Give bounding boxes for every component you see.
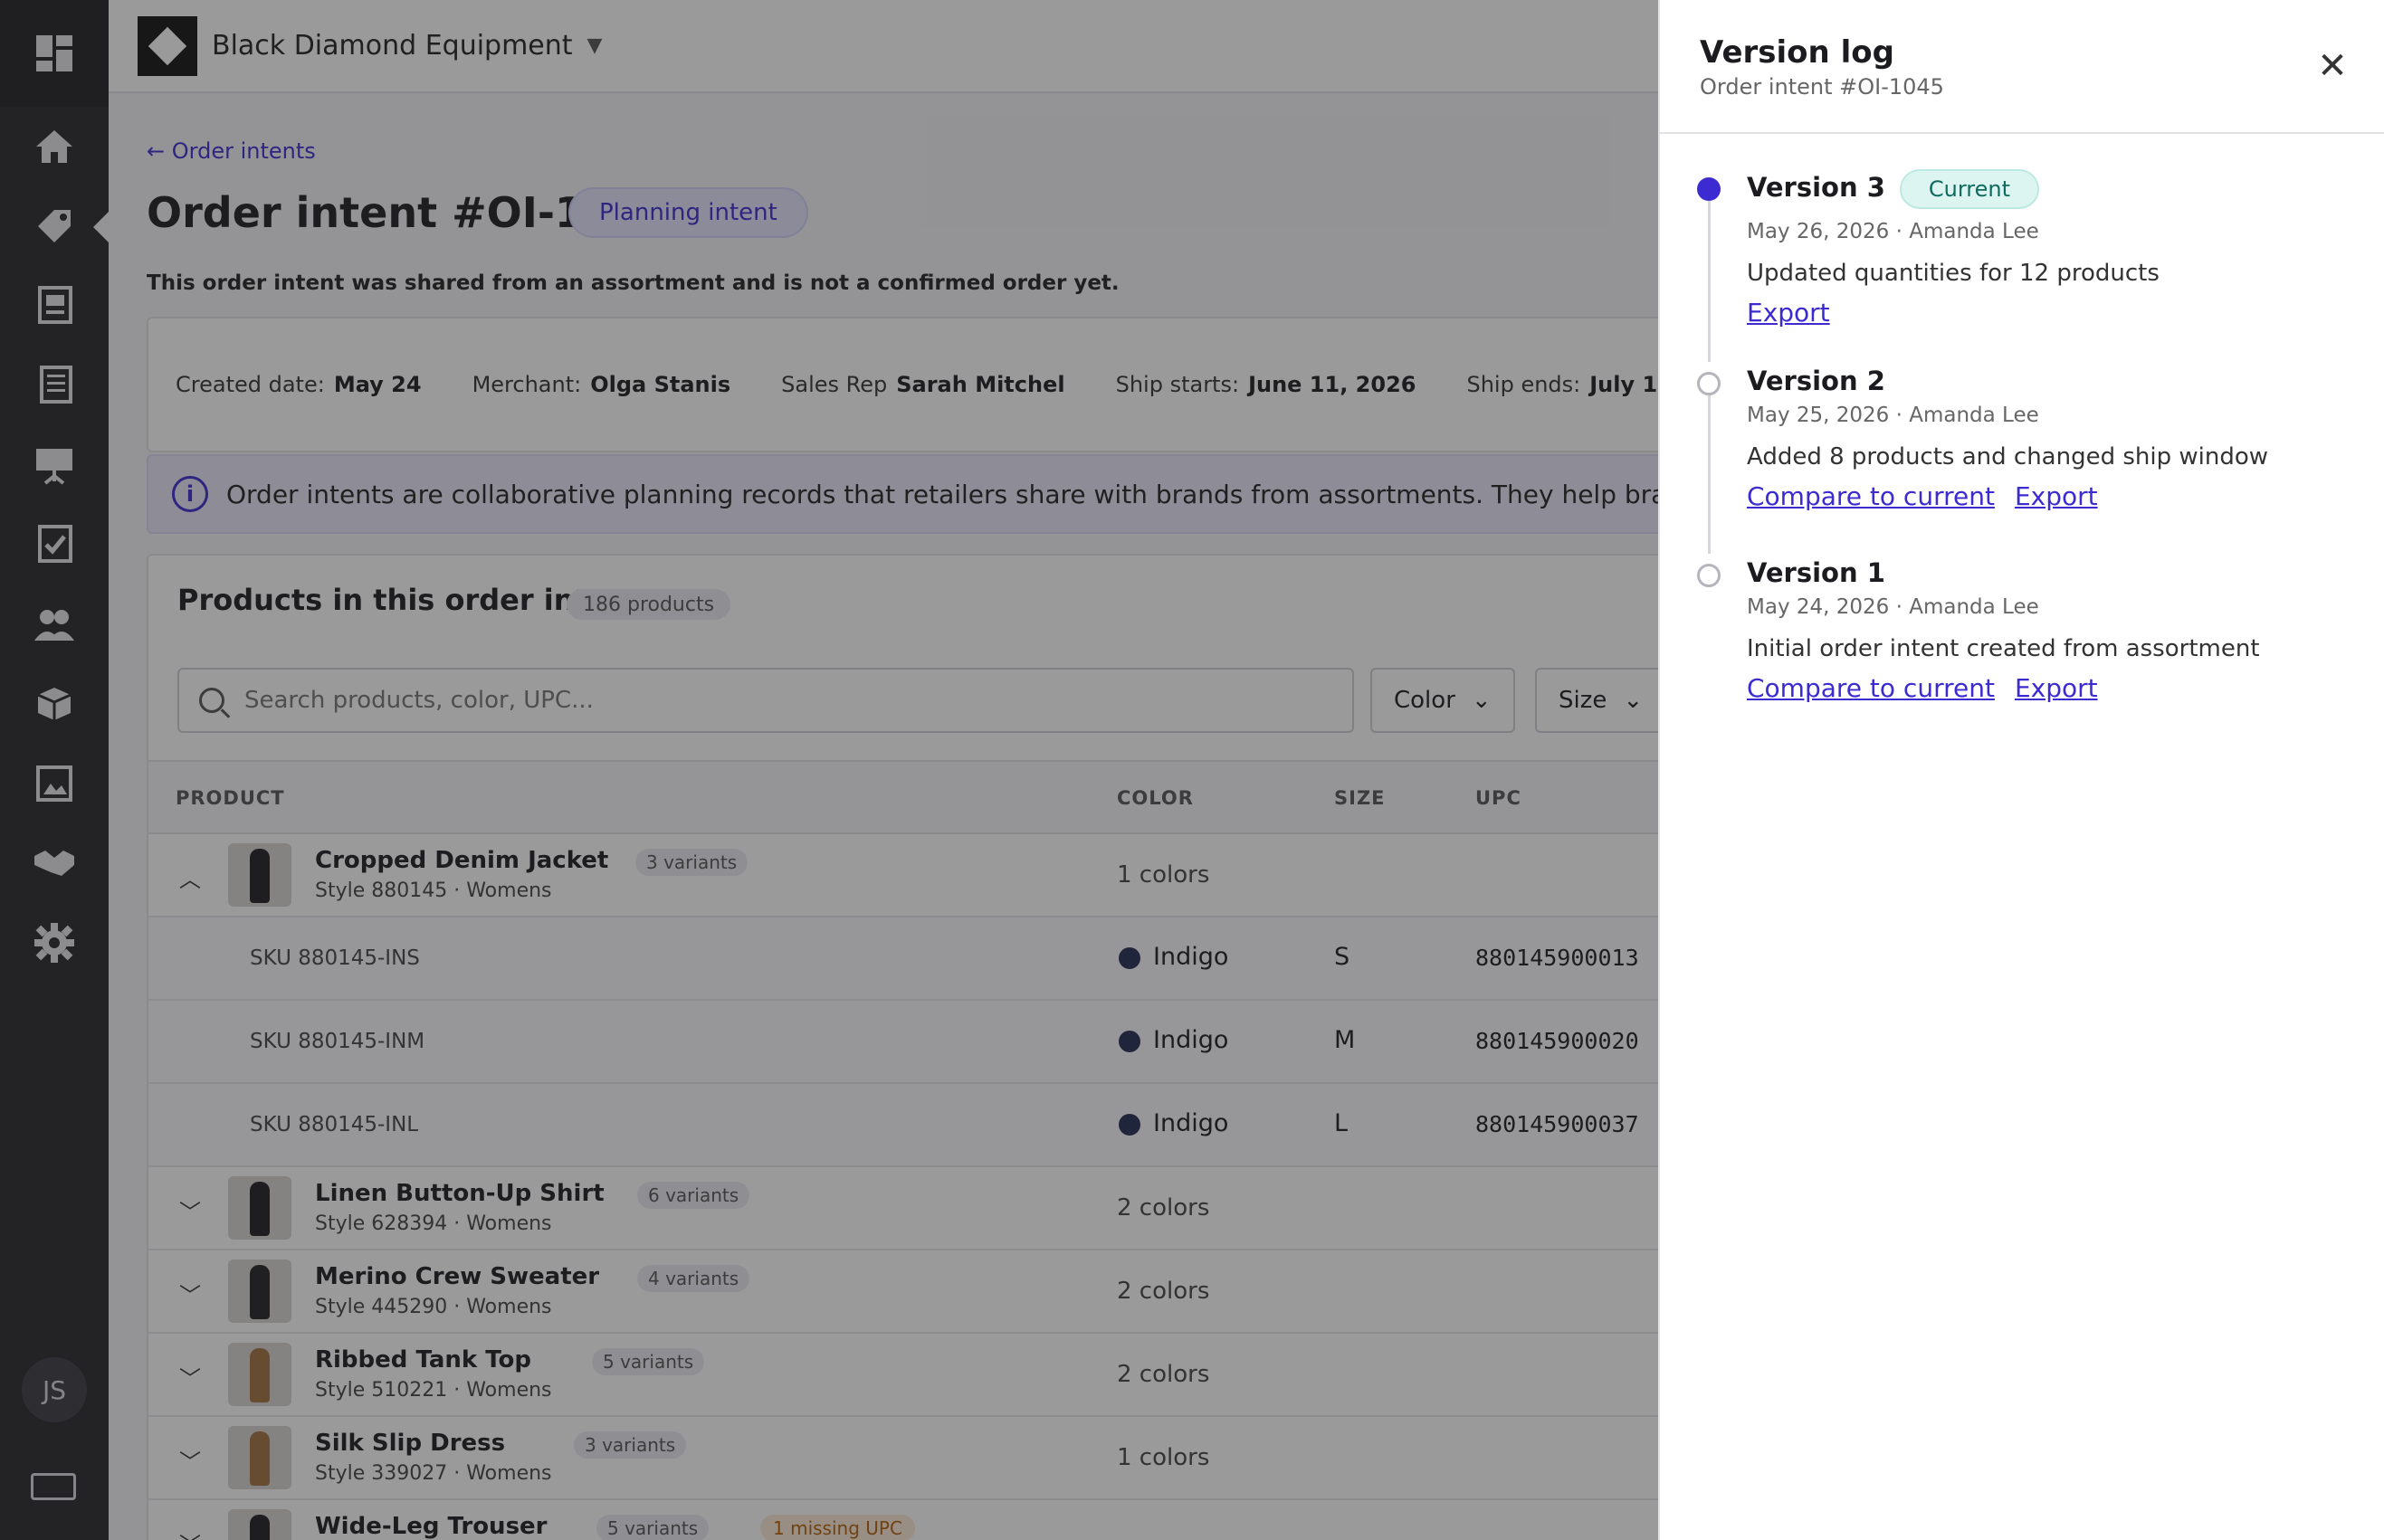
version-name: Version 2 (1747, 366, 1885, 396)
timeline-node (1697, 564, 1721, 587)
timeline-node-current (1697, 177, 1721, 201)
version-entry: Version 1 May 24, 2026 · Amanda Lee Init… (1747, 557, 2260, 703)
export-link[interactable]: Export (2015, 481, 2098, 511)
version-name: Version 3 (1747, 172, 1885, 203)
timeline-connector (1708, 395, 1711, 554)
timeline-node (1697, 372, 1721, 395)
export-link[interactable]: Export (2015, 673, 2098, 703)
close-icon[interactable]: ✕ (2312, 45, 2353, 87)
version-date: May 26, 2026 · Amanda Lee (1747, 219, 2039, 243)
compare-link[interactable]: Compare to current (1747, 673, 1995, 703)
version-description: Initial order intent created from assort… (1747, 635, 2260, 662)
drawer-header: Version log Order intent #OI-1045 ✕ (1660, 0, 2384, 134)
drawer-subtitle: Order intent #OI-1045 (1700, 74, 1944, 100)
timeline-connector (1708, 201, 1711, 362)
version-description: Added 8 products and changed ship window (1747, 443, 2269, 471)
version-description: Updated quantities for 12 products (1747, 259, 2160, 287)
version-date: May 24, 2026 · Amanda Lee (1747, 595, 2039, 619)
version-entry: Version 2 May 25, 2026 · Amanda Lee Adde… (1747, 366, 2268, 511)
compare-link[interactable]: Compare to current (1747, 481, 1995, 511)
export-link[interactable]: Export (1747, 298, 1830, 328)
current-badge: Current (1899, 168, 2040, 209)
version-date: May 25, 2026 · Amanda Lee (1747, 404, 2039, 427)
version-entry: Version 3 Current May 26, 2026 · Amanda L… (1747, 168, 2160, 328)
drawer-title: Version log (1700, 34, 1894, 71)
version-name: Version 1 (1747, 557, 1885, 588)
